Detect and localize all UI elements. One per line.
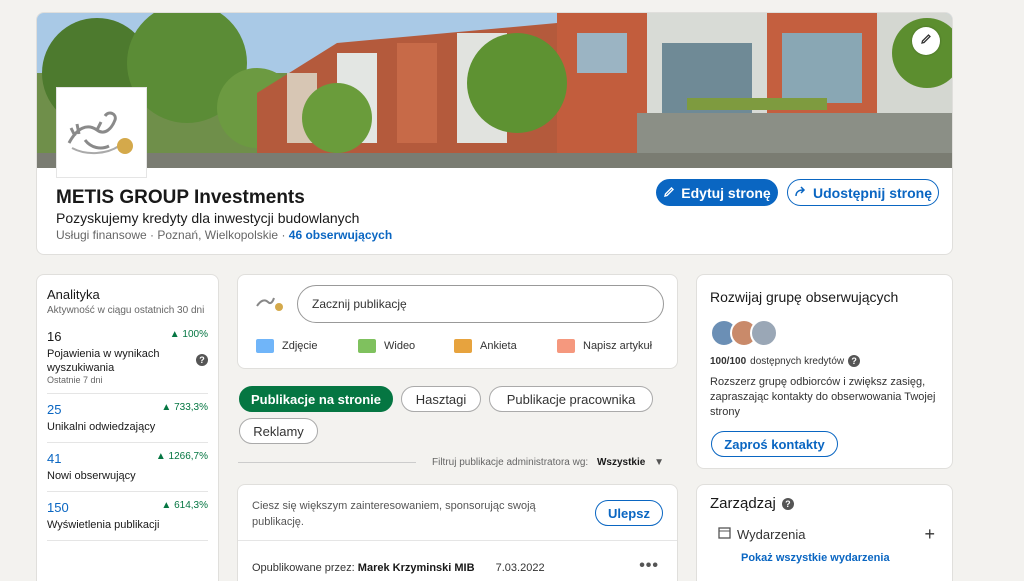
upgrade-button[interactable]: Ulepsz bbox=[595, 500, 663, 526]
stat-label: Unikalni odwiedzający bbox=[47, 421, 156, 433]
poll-label: Ankieta bbox=[480, 340, 517, 352]
help-icon[interactable]: ? bbox=[781, 497, 794, 510]
manage-header: Zarządzaj ? bbox=[710, 495, 939, 512]
published-by-label: Opublikowane przez: bbox=[252, 562, 355, 574]
photo-button[interactable]: Zdjęcie bbox=[256, 339, 317, 353]
video-icon bbox=[358, 339, 376, 353]
analytics-card: Analityka Aktywność w ciągu ostatnich 30… bbox=[36, 274, 219, 581]
credits-info: 100/100 dostępnych kredytów ? bbox=[710, 355, 939, 367]
edit-page-button[interactable]: Edytuj stronę bbox=[656, 179, 778, 206]
post-meta: Opublikowane przez: Marek Krzyminski MIB… bbox=[252, 562, 545, 574]
tab-ads[interactable]: Reklamy bbox=[239, 418, 318, 444]
image-icon bbox=[256, 339, 274, 353]
poll-icon bbox=[454, 339, 472, 353]
manage-title: Zarządzaj bbox=[710, 495, 776, 512]
credits-label: dostępnych kredytów bbox=[750, 355, 845, 367]
company-name: METIS GROUP Investments bbox=[56, 187, 305, 208]
stat-label: Nowi obserwujący bbox=[47, 470, 136, 482]
help-icon[interactable]: ? bbox=[848, 355, 861, 367]
pencil-icon bbox=[920, 32, 932, 50]
company-avatar bbox=[254, 291, 286, 315]
stat-label: Pojawienia w wynikach wyszukiwania bbox=[47, 348, 160, 374]
tab-page-posts[interactable]: Publikacje na stronie bbox=[239, 386, 393, 412]
avatar bbox=[750, 319, 778, 347]
company-tagline: Pozyskujemy kredyty dla inwestycji budow… bbox=[56, 210, 360, 226]
connection-avatars bbox=[710, 319, 939, 347]
feed-card: Ciesz się większym zainteresowaniem, spo… bbox=[237, 484, 678, 581]
edit-cover-button[interactable] bbox=[912, 27, 940, 55]
photo-label: Zdjęcie bbox=[282, 340, 318, 352]
company-header-card: METIS GROUP Investments Pozyskujemy kred… bbox=[36, 12, 953, 255]
divider bbox=[238, 540, 677, 541]
company-logo[interactable] bbox=[56, 87, 147, 178]
grow-followers-card: Rozwijaj grupę obserwujących 100/100 dos… bbox=[696, 274, 953, 469]
admin-filter[interactable]: Filtruj publikacje administratora wg: Ws… bbox=[432, 457, 664, 468]
show-all-events-link[interactable]: Pokaż wszystkie wydarzenia bbox=[710, 552, 939, 564]
stat-change: ▲ 733,3% bbox=[161, 402, 208, 413]
calendar-icon bbox=[718, 526, 731, 542]
write-article-button[interactable]: Napisz artykuł bbox=[557, 339, 652, 353]
tab-employee-posts[interactable]: Publikacje pracownika bbox=[489, 386, 653, 412]
edit-page-label: Edytuj stronę bbox=[681, 184, 771, 201]
stat-change: ▲ 100% bbox=[169, 329, 208, 340]
article-icon bbox=[557, 339, 575, 353]
more-options-icon[interactable]: ••• bbox=[639, 557, 659, 575]
grow-title: Rozwijaj grupę obserwujących bbox=[710, 289, 899, 305]
stat-unique-visitors[interactable]: 25 ▲ 733,3% Unikalni odwiedzający bbox=[47, 394, 208, 443]
analytics-title: Analityka bbox=[47, 287, 100, 302]
start-post-input[interactable]: Zacznij publikację bbox=[297, 285, 664, 323]
add-event-icon[interactable]: + bbox=[924, 524, 935, 545]
stat-search-appearances[interactable]: 16 ▲ 100% Pojawienia w wynikach wyszukiw… bbox=[47, 321, 208, 394]
stat-label: Wyświetlenia publikacji bbox=[47, 519, 160, 531]
write-article-label: Napisz artykuł bbox=[583, 340, 653, 352]
stat-change: ▲ 614,3% bbox=[161, 500, 208, 511]
cover-image bbox=[37, 13, 952, 168]
grow-description: Rozszerz grupę odbiorców i zwiększ zasię… bbox=[710, 376, 936, 418]
video-button[interactable]: Wideo bbox=[358, 339, 415, 353]
stat-note: Ostatnie 7 dni bbox=[47, 375, 103, 385]
company-meta: Usługi finansowe · Poznań, Wielkopolskie… bbox=[56, 228, 392, 242]
help-icon[interactable]: ? bbox=[196, 353, 208, 366]
share-page-label: Udostępnij stronę bbox=[812, 184, 932, 201]
filter-divider bbox=[238, 462, 416, 463]
manage-card: Zarządzaj ? Wydarzenia + Pokaż wszystkie… bbox=[696, 484, 953, 581]
company-industry-location: Usługi finansowe · Poznań, Wielkopolskie… bbox=[56, 228, 289, 242]
analytics-subtitle: Aktywność w ciągu ostatnich 30 dni bbox=[47, 305, 205, 316]
followers-link[interactable]: 46 obserwujących bbox=[289, 228, 392, 242]
caret-down-icon: ▼ bbox=[654, 457, 664, 468]
post-composer: Zacznij publikację Zdjęcie Wideo Ankieta… bbox=[237, 274, 678, 369]
sponsor-prompt: Ciesz się większym zainteresowaniem, spo… bbox=[252, 500, 536, 528]
stat-change: ▲ 1266,7% bbox=[155, 451, 208, 462]
stat-new-followers[interactable]: 41 ▲ 1266,7% Nowi obserwujący bbox=[47, 443, 208, 492]
events-row: Wydarzenia + bbox=[710, 524, 939, 545]
invite-connections-button[interactable]: Zaproś kontakty bbox=[711, 431, 838, 457]
filter-value: Wszystkie bbox=[596, 457, 646, 468]
filter-label: Filtruj publikacje administratora wg: bbox=[432, 457, 589, 468]
share-page-button[interactable]: Udostępnij stronę bbox=[787, 179, 939, 206]
post-author[interactable]: Marek Krzyminski MIB bbox=[358, 562, 475, 574]
credits-count: 100/100 bbox=[710, 355, 747, 367]
share-icon bbox=[794, 185, 807, 201]
poll-button[interactable]: Ankieta bbox=[454, 339, 517, 353]
pencil-icon bbox=[663, 185, 675, 201]
events-label: Wydarzenia bbox=[737, 526, 806, 542]
stat-post-impressions[interactable]: 150 ▲ 614,3% Wyświetlenia publikacji bbox=[47, 492, 208, 541]
video-label: Wideo bbox=[384, 340, 416, 352]
tab-hashtags[interactable]: Hasztagi bbox=[401, 386, 481, 412]
post-date: 7.03.2022 bbox=[495, 562, 545, 574]
